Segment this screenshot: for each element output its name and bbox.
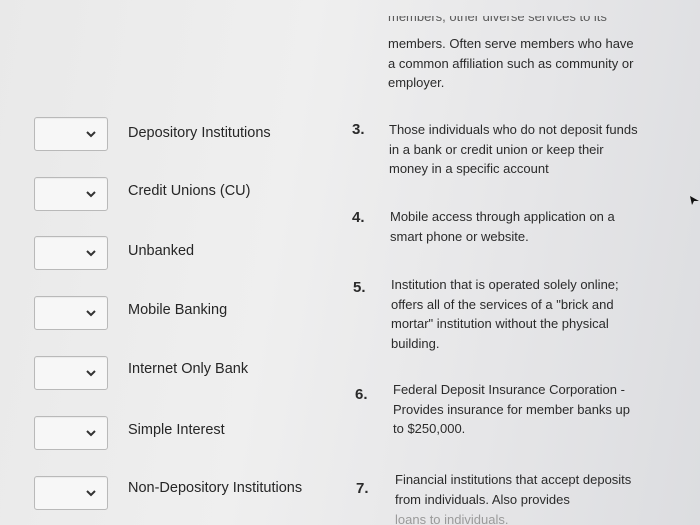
definition-partial-top: members, other diverse services to its — [388, 16, 607, 24]
cursor-icon — [690, 196, 699, 205]
definition-6: Federal Deposit Insurance Corporation - … — [393, 382, 631, 436]
term-label: Mobile Banking — [128, 302, 228, 318]
definition-number: 6. — [355, 386, 368, 403]
definition-4: Mobile access through application on a s… — [390, 209, 615, 244]
term-label: Unbanked — [128, 243, 195, 259]
definition-number: 3. — [352, 121, 365, 138]
term-label: Credit Unions (CU) — [128, 183, 251, 199]
definition-5: Institution that is operated solely onli… — [391, 277, 619, 351]
term-label: Simple Interest — [128, 422, 225, 438]
term-label: Non-Depository Institutions — [128, 480, 303, 496]
match-select-1[interactable] — [34, 117, 108, 151]
chevron-down-icon — [86, 370, 96, 377]
chevron-down-icon — [86, 310, 96, 317]
definition-7: Financial institutions that accept depos… — [395, 472, 632, 507]
match-select-2[interactable] — [34, 177, 108, 211]
chevron-down-icon — [86, 191, 96, 198]
definition-number: 4. — [352, 209, 365, 226]
chevron-down-icon — [86, 250, 96, 257]
chevron-down-icon — [86, 131, 96, 138]
chevron-down-icon — [86, 430, 96, 437]
match-select-4[interactable] — [34, 296, 108, 330]
match-select-6[interactable] — [34, 416, 108, 450]
definition-3: Those individuals who do not deposit fun… — [389, 122, 638, 176]
matching-question: Depository Institutions Credit Unions (C… — [0, 0, 700, 525]
match-select-3[interactable] — [34, 236, 108, 270]
chevron-down-icon — [86, 490, 96, 497]
definition-7-continued: loans to individuals. — [395, 512, 509, 525]
definition-2: members. Often serve members who have a … — [388, 36, 634, 90]
definition-number: 7. — [356, 480, 369, 497]
match-select-7[interactable] — [34, 476, 108, 510]
term-label: Depository Institutions — [128, 125, 271, 141]
match-select-5[interactable] — [34, 356, 108, 390]
definition-7-cut: loans to individuals. — [395, 510, 645, 525]
term-label: Internet Only Bank — [128, 361, 249, 377]
definition-number: 5. — [353, 279, 366, 296]
